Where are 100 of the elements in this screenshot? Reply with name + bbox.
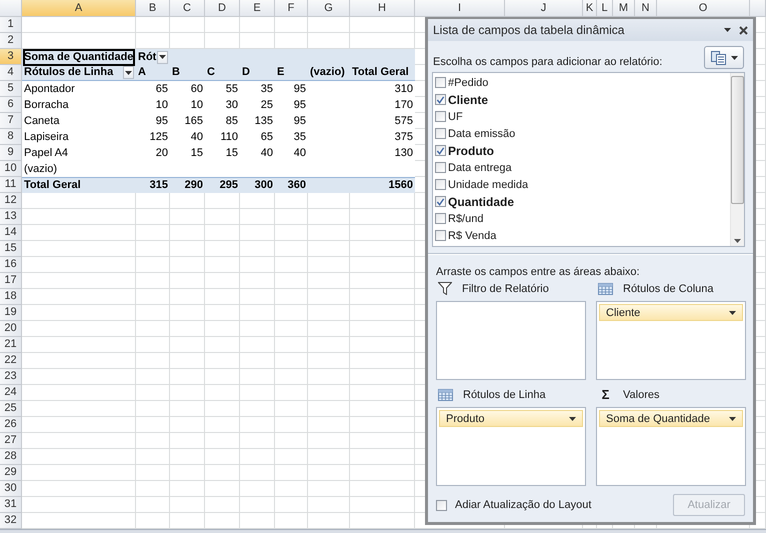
row-header[interactable]: 29 (0, 465, 22, 481)
field-label[interactable]: Data emissão (448, 128, 516, 140)
row-header[interactable]: 8 (0, 129, 22, 145)
caret-icon (125, 70, 132, 74)
row-header[interactable]: 10 (0, 161, 22, 177)
row-header[interactable]: 2 (0, 33, 22, 49)
row-header[interactable]: 3 (0, 49, 22, 65)
checkbox[interactable] (435, 128, 446, 139)
column-header[interactable]: F (275, 0, 308, 17)
field-label[interactable]: R$/und (448, 212, 484, 224)
grid-icon (438, 388, 453, 400)
column-header[interactable]: C (170, 0, 205, 17)
checkbox-label[interactable]: Adiar Atualização do Layout (455, 499, 665, 511)
row-header[interactable]: 27 (0, 433, 22, 449)
field-label[interactable]: Data entrega (448, 162, 512, 174)
column-header[interactable]: D (205, 0, 240, 17)
row-header[interactable]: 28 (0, 449, 22, 465)
row-header[interactable]: 18 (0, 289, 22, 305)
field-label[interactable]: Produto (448, 144, 494, 158)
checkbox[interactable] (436, 500, 447, 510)
row-header[interactable]: 24 (0, 385, 22, 401)
row-header[interactable]: 14 (0, 225, 22, 241)
row-header[interactable]: 19 (0, 305, 22, 321)
column-header[interactable]: M (613, 0, 635, 17)
table-cell: 35 (260, 82, 273, 96)
row-header[interactable]: 6 (0, 97, 22, 113)
checkbox[interactable] (435, 77, 446, 88)
layout-button[interactable] (704, 46, 744, 69)
column-header[interactable]: O (657, 0, 750, 17)
table-cell: Soma de Quantidade (24, 50, 134, 64)
row-header[interactable]: 22 (0, 353, 22, 369)
row-header[interactable]: 25 (0, 401, 22, 417)
scrollbar-thumb[interactable] (731, 76, 744, 204)
field-label[interactable]: Unidade medida (448, 178, 528, 190)
field-chip[interactable]: Produto (439, 410, 583, 427)
table-cell: Papel A4 (24, 146, 68, 160)
checkbox[interactable] (435, 230, 446, 241)
drop-area[interactable]: Produto (436, 407, 586, 486)
dropdown-button[interactable] (157, 50, 168, 64)
table-cell: B (172, 65, 180, 80)
table-cell: 300 (254, 178, 273, 193)
table-cell: A (138, 65, 146, 80)
checkbox[interactable] (435, 162, 446, 173)
row-header[interactable]: 23 (0, 369, 22, 385)
row-header[interactable]: 16 (0, 257, 22, 273)
select-all-corner[interactable] (0, 0, 22, 17)
row-header[interactable]: 4 (0, 65, 22, 81)
row-header[interactable]: 21 (0, 337, 22, 353)
column-header[interactable]: G (308, 0, 350, 17)
column-header[interactable]: A (22, 0, 136, 17)
column-header[interactable]: J (505, 0, 583, 17)
row-header[interactable]: 30 (0, 481, 22, 497)
table-cell: 20 (156, 146, 168, 160)
field-label[interactable]: R$ Venda (448, 230, 496, 242)
row-header[interactable]: 13 (0, 209, 22, 225)
checkbox[interactable] (435, 179, 446, 190)
column-header[interactable]: N (635, 0, 657, 17)
column-header[interactable]: E (240, 0, 275, 17)
drop-area[interactable]: Soma de Quantidade (596, 407, 746, 486)
row-header[interactable]: 17 (0, 273, 22, 289)
checkbox[interactable] (435, 213, 446, 224)
row-header[interactable]: 20 (0, 321, 22, 337)
row-header[interactable]: 1 (0, 17, 22, 33)
field-chip[interactable]: Cliente (599, 304, 743, 321)
row-header[interactable]: 9 (0, 145, 22, 161)
column-header[interactable]: B (136, 0, 170, 17)
area-title: Rótulos de Linha (463, 388, 546, 400)
checkbox[interactable] (435, 94, 446, 105)
scrollbar[interactable] (730, 73, 744, 246)
row-header[interactable]: 15 (0, 241, 22, 257)
field-chip[interactable]: Soma de Quantidade (599, 410, 743, 427)
column-header[interactable]: H (350, 0, 415, 17)
column-header[interactable]: I (415, 0, 505, 17)
row-header[interactable]: 12 (0, 193, 22, 209)
field-label[interactable]: #Pedido (448, 76, 488, 88)
checkbox[interactable] (435, 111, 446, 122)
field-label[interactable]: UF (448, 110, 463, 122)
table-cell: 15 (226, 146, 238, 160)
drop-area[interactable] (436, 301, 586, 380)
checkbox[interactable] (435, 145, 446, 156)
row-header[interactable]: 5 (0, 81, 22, 97)
dropdown-button[interactable] (123, 66, 134, 79)
row-header[interactable]: 7 (0, 113, 22, 129)
column-header[interactable]: L (597, 0, 613, 17)
close-icon[interactable] (739, 26, 748, 34)
scroll-down-icon[interactable] (734, 239, 741, 243)
row-header[interactable]: 11 (0, 177, 22, 193)
column-header[interactable]: K (583, 0, 597, 17)
row-header[interactable]: 26 (0, 417, 22, 433)
table-cell: 25 (260, 98, 273, 112)
field-label[interactable]: Quantidade (448, 194, 514, 208)
checkbox[interactable] (435, 196, 446, 207)
row-header[interactable]: 31 (0, 497, 22, 513)
table-cell: 60 (190, 82, 203, 96)
layout-icon (710, 50, 726, 64)
field-label[interactable]: Cliente (448, 92, 488, 106)
row-header[interactable]: 32 (0, 513, 22, 529)
table-cell: (vazio) (24, 162, 58, 176)
drop-area[interactable]: Cliente (596, 301, 746, 380)
sheet-tab-bar[interactable] (0, 529, 766, 533)
